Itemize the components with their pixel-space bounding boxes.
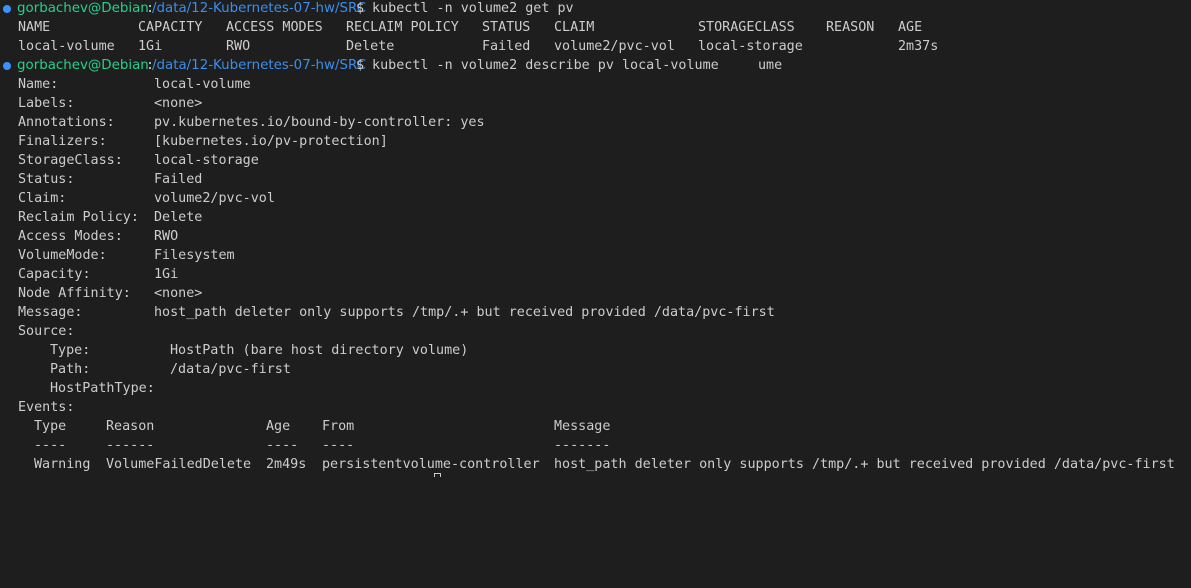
source-key: Type:	[50, 343, 91, 358]
prompt-line-2: gorbachev@Debian : /data/12-Kubernetes-0…	[0, 56, 782, 75]
describe-value: Failed	[154, 172, 203, 187]
describe-key: Status:	[18, 172, 75, 187]
describe-key: VolumeMode:	[18, 248, 107, 263]
describe-value: [kubernetes.io/pv-protection]	[154, 134, 388, 149]
describe-value: local-volume	[154, 77, 251, 92]
events-header: Type Reason Age From Message	[0, 417, 610, 436]
events-header-cell: Message	[554, 419, 611, 434]
events-header-cell: Age	[266, 419, 291, 434]
describe-key: StorageClass:	[18, 153, 123, 168]
source-value: /data/pvc-first	[170, 362, 291, 377]
events-separator: ----	[266, 438, 299, 453]
prompt-user-host: gorbachev@Debian	[17, 58, 149, 73]
events-label-line: Events:	[0, 398, 74, 417]
table-header-cell: CLAIM	[554, 20, 595, 35]
prompt-symbol: $	[356, 58, 365, 73]
describe-key: Reclaim Policy:	[18, 210, 139, 225]
describe-value: <none>	[154, 286, 203, 301]
table-header-cell: RECLAIM POLICY	[346, 20, 459, 35]
command-status-dot-icon[interactable]	[3, 4, 11, 13]
describe-key: Finalizers:	[18, 134, 107, 149]
prompt-user-host: gorbachev@Debian	[17, 1, 149, 16]
pv-table-header: NAME CAPACITY ACCESS MODES RECLAIM POLIC…	[0, 18, 922, 37]
describe-key: Message:	[18, 305, 83, 320]
prompt-cwd: /data/12-Kubernetes-07-hw/SRC	[152, 58, 366, 73]
events-row: Warning VolumeFailedDelete 2m49s persist…	[0, 455, 1175, 474]
events-header-cell: Reason	[106, 419, 155, 434]
events-cell-type: Warning	[34, 457, 91, 472]
prompt-cwd: /data/12-Kubernetes-07-hw/SRC	[152, 1, 366, 16]
describe-value: 1Gi	[154, 267, 179, 282]
events-cell-message: host_path deleter only supports /tmp/.+ …	[554, 457, 1175, 472]
describe-value: pv.kubernetes.io/bound-by-controller: ye…	[154, 115, 485, 130]
describe-key: Annotations:	[18, 115, 115, 130]
table-header-cell: REASON	[826, 20, 875, 35]
describe-key: Node Affinity:	[18, 286, 131, 301]
describe-value: local-storage	[154, 153, 259, 168]
describe-key: Labels:	[18, 96, 75, 111]
table-header-cell: AGE	[898, 20, 923, 35]
events-header-cell: Type	[34, 419, 67, 434]
describe-value: <none>	[154, 96, 203, 111]
events-header-cell: From	[322, 419, 355, 434]
table-header-cell: STATUS	[482, 20, 531, 35]
table-header-cell: CAPACITY	[138, 20, 203, 35]
table-cell: local-storage	[698, 39, 803, 54]
describe-key: Claim:	[18, 191, 67, 206]
describe-key: Access Modes:	[18, 229, 123, 244]
terminal-cursor	[434, 473, 441, 477]
describe-key: Name:	[18, 77, 59, 92]
describe-value: volume2/pvc-vol	[154, 191, 275, 206]
events-separator: ----	[34, 438, 67, 453]
table-header-cell: STORAGECLASS	[698, 20, 795, 35]
source-value: HostPath (bare host directory volume)	[170, 343, 469, 358]
table-cell: Failed	[482, 39, 531, 54]
table-cell: Delete	[346, 39, 395, 54]
events-separator: ------	[106, 438, 155, 453]
table-cell: 2m37s	[898, 39, 939, 54]
events-cell-reason: VolumeFailedDelete	[106, 457, 252, 472]
events-separator: ----	[322, 438, 355, 453]
terminal[interactable]: gorbachev@Debian : /data/12-Kubernetes-0…	[0, 0, 1191, 477]
events-label: Events:	[18, 400, 75, 415]
events-cell-from: persistentvolume-controller	[322, 457, 540, 472]
table-cell: local-volume	[18, 39, 115, 54]
prompt-symbol: $	[356, 1, 365, 16]
command-text: kubectl -n volume2 describe pv local-vol…	[364, 58, 719, 73]
prompt-line-1: gorbachev@Debian : /data/12-Kubernetes-0…	[0, 0, 574, 18]
describe-value: Filesystem	[154, 248, 235, 263]
describe-key: Capacity:	[18, 267, 91, 282]
events-separator-row: ---- ------ ---- ---- -------	[0, 436, 610, 455]
command-text: kubectl -n volume2 get pv	[364, 1, 574, 16]
source-key: Path:	[50, 362, 91, 377]
table-header-cell: NAME	[18, 20, 51, 35]
table-cell: volume2/pvc-vol	[554, 39, 675, 54]
table-row: local-volume 1Gi RWO Delete Failed volum…	[0, 37, 938, 56]
table-header-cell: ACCESS MODES	[226, 20, 323, 35]
overdrawn-text-fragment: ume	[758, 58, 783, 73]
table-cell: 1Gi	[138, 39, 163, 54]
describe-key: Source:	[18, 324, 75, 339]
describe-value: RWO	[154, 229, 179, 244]
events-separator: -------	[554, 438, 611, 453]
describe-value: Delete	[154, 210, 203, 225]
describe-value: host_path deleter only supports /tmp/.+ …	[154, 305, 775, 320]
table-cell: RWO	[226, 39, 251, 54]
events-cell-age: 2m49s	[266, 457, 307, 472]
command-status-dot-icon[interactable]	[3, 61, 11, 70]
source-key: HostPathType:	[50, 381, 155, 396]
